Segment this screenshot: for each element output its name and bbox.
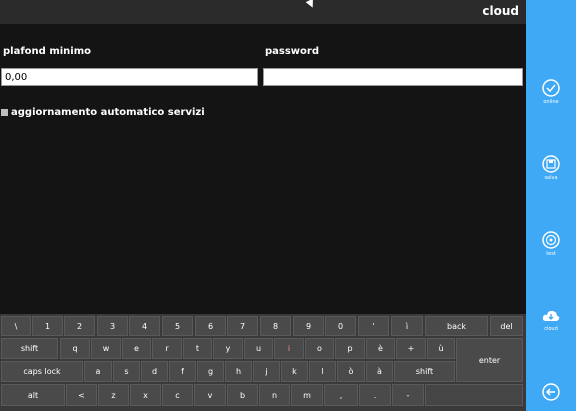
key-back[interactable]: back bbox=[425, 316, 488, 336]
key-plus[interactable]: + bbox=[396, 338, 426, 359]
auto-update-checkbox-row[interactable]: aggiornamento automatico servizi bbox=[1, 107, 205, 118]
key-caps-lock[interactable]: caps lock bbox=[1, 361, 83, 382]
key-shift-left[interactable]: shift bbox=[1, 338, 58, 359]
key-space[interactable] bbox=[425, 384, 523, 406]
key-l[interactable]: l bbox=[309, 361, 336, 382]
key-n[interactable]: n bbox=[259, 384, 290, 406]
key-y[interactable]: y bbox=[213, 338, 243, 359]
key-m[interactable]: m bbox=[291, 384, 323, 406]
key-i-grave[interactable]: ì bbox=[391, 316, 423, 336]
key-alt[interactable]: alt bbox=[1, 384, 65, 406]
key-minus[interactable]: - bbox=[392, 384, 424, 406]
key-less-than[interactable]: < bbox=[66, 384, 97, 406]
key-b[interactable]: b bbox=[227, 384, 258, 406]
key-i[interactable]: i bbox=[274, 338, 304, 359]
key-g[interactable]: g bbox=[197, 361, 224, 382]
online-label: online bbox=[543, 99, 559, 105]
save-label: salva bbox=[544, 175, 558, 181]
on-screen-keyboard: \ 1 2 3 4 5 6 7 8 9 0 ' ì back del shift… bbox=[0, 314, 526, 411]
key-q[interactable]: q bbox=[60, 338, 90, 359]
key-8[interactable]: 8 bbox=[260, 316, 291, 336]
key-z[interactable]: z bbox=[98, 384, 129, 406]
key-s[interactable]: s bbox=[113, 361, 140, 382]
auto-update-checkbox[interactable] bbox=[1, 109, 8, 116]
key-del[interactable]: del bbox=[490, 316, 523, 336]
key-e[interactable]: e bbox=[122, 338, 151, 359]
test-label: test bbox=[546, 251, 556, 257]
key-period[interactable]: . bbox=[359, 384, 391, 406]
key-h[interactable]: h bbox=[225, 361, 252, 382]
key-r[interactable]: r bbox=[152, 338, 182, 359]
key-u-grave[interactable]: ù bbox=[427, 338, 455, 359]
key-t[interactable]: t bbox=[183, 338, 212, 359]
key-x[interactable]: x bbox=[130, 384, 161, 406]
key-a-grave[interactable]: à bbox=[366, 361, 393, 382]
key-j[interactable]: j bbox=[253, 361, 280, 382]
key-7[interactable]: 7 bbox=[227, 316, 258, 336]
key-u[interactable]: u bbox=[244, 338, 273, 359]
online-button[interactable]: online bbox=[526, 78, 576, 105]
auto-update-label: aggiornamento automatico servizi bbox=[11, 107, 205, 118]
key-0[interactable]: 0 bbox=[325, 316, 356, 336]
key-d[interactable]: d bbox=[141, 361, 168, 382]
save-icon bbox=[542, 155, 560, 173]
key-f[interactable]: f bbox=[169, 361, 196, 382]
key-backslash[interactable]: \ bbox=[1, 316, 31, 336]
key-6[interactable]: 6 bbox=[195, 316, 226, 336]
key-9[interactable]: 9 bbox=[293, 316, 324, 336]
broadcast-icon bbox=[542, 231, 560, 249]
cloud-button[interactable]: cloud bbox=[526, 307, 576, 332]
cloud-download-icon bbox=[542, 310, 560, 321]
key-3[interactable]: 3 bbox=[97, 316, 128, 336]
key-2[interactable]: 2 bbox=[64, 316, 95, 336]
password-label: password bbox=[265, 46, 320, 57]
key-4[interactable]: 4 bbox=[129, 316, 160, 336]
back-arrow-icon bbox=[542, 383, 560, 401]
min-label: plafond minimo bbox=[3, 46, 91, 57]
key-enter[interactable]: enter bbox=[456, 338, 523, 382]
sidebar: online salva test cloud bbox=[526, 0, 576, 411]
key-a[interactable]: a bbox=[84, 361, 112, 382]
key-apostrophe[interactable]: ' bbox=[358, 316, 389, 336]
key-comma[interactable]: , bbox=[324, 384, 358, 406]
key-e-grave[interactable]: è bbox=[366, 338, 395, 359]
check-circle-icon bbox=[542, 79, 560, 97]
min-input[interactable] bbox=[1, 68, 258, 86]
cloud-label: cloud bbox=[544, 326, 558, 332]
key-shift-right[interactable]: shift bbox=[394, 361, 455, 382]
test-button[interactable]: test bbox=[526, 230, 576, 257]
key-o[interactable]: o bbox=[305, 338, 334, 359]
key-w[interactable]: w bbox=[91, 338, 121, 359]
key-p[interactable]: p bbox=[335, 338, 365, 359]
back-button[interactable] bbox=[526, 382, 576, 402]
key-1[interactable]: 1 bbox=[32, 316, 63, 336]
key-o-grave[interactable]: ò bbox=[337, 361, 365, 382]
title-bar: cloud bbox=[0, 0, 526, 24]
key-k[interactable]: k bbox=[281, 361, 308, 382]
key-5[interactable]: 5 bbox=[162, 316, 193, 336]
key-v[interactable]: v bbox=[194, 384, 226, 406]
page-title: cloud bbox=[482, 4, 519, 18]
key-c[interactable]: c bbox=[162, 384, 193, 406]
save-button[interactable]: salva bbox=[526, 154, 576, 181]
password-input[interactable] bbox=[263, 68, 523, 86]
